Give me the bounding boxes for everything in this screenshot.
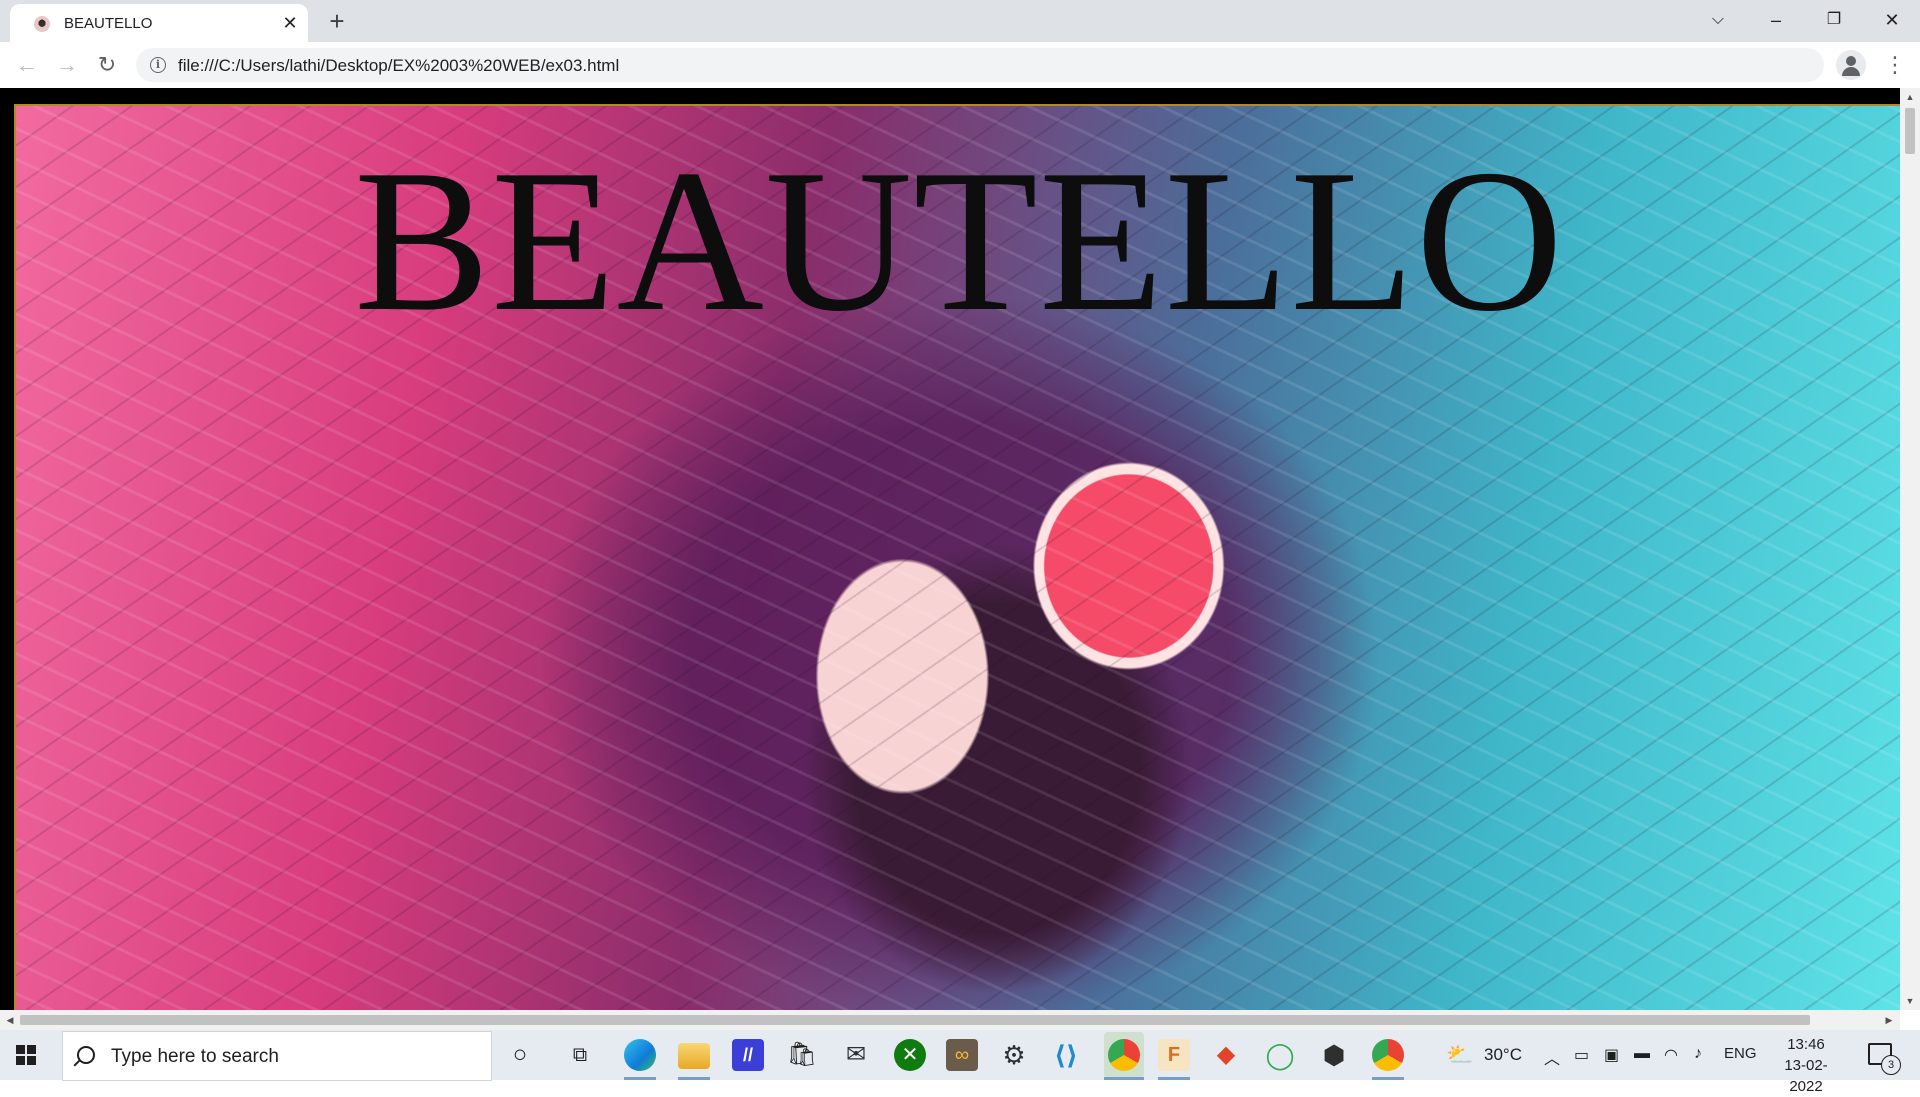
tab-title: BEAUTELLO [64, 15, 153, 32]
edge-icon[interactable] [624, 1039, 656, 1071]
taskbar-search-box[interactable]: Type here to search [62, 1031, 492, 1081]
app-f-icon[interactable]: F [1158, 1039, 1190, 1071]
page-viewport: BEAUTELLO [0, 88, 1900, 1010]
weather-temperature[interactable]: 30°C [1484, 1045, 1522, 1065]
browser-toolbar: ← → ↻ i file:///C:/Users/lathi/Desktop/E… [0, 42, 1920, 88]
horizontal-scroll-thumb[interactable] [20, 1015, 1810, 1025]
refresh-app-icon[interactable]: ◯ [1264, 1039, 1296, 1071]
xbox-icon[interactable]: ✕ [894, 1039, 926, 1071]
vscode-icon[interactable]: ⟨⟩ [1050, 1039, 1082, 1071]
scroll-up-arrow-icon[interactable]: ▲ [1905, 92, 1915, 102]
wifi-icon[interactable]: ◠ [1664, 1045, 1678, 1065]
weather-icon[interactable]: ⛅ [1444, 1039, 1476, 1071]
cortana-icon[interactable]: ○ [504, 1039, 536, 1071]
tab-search-chevron-icon[interactable]: ⌵ [1690, 0, 1746, 40]
chrome-icon-2[interactable] [1372, 1039, 1404, 1071]
notification-count: 3 [1881, 1055, 1901, 1075]
meet-now-icon[interactable]: ▣ [1604, 1045, 1619, 1065]
volume-icon[interactable]: ♪ [1694, 1045, 1702, 1063]
search-placeholder: Type here to search [111, 1046, 279, 1067]
info-icon[interactable]: i [150, 57, 166, 73]
scroll-down-arrow-icon[interactable]: ▼ [1905, 996, 1915, 1006]
profile-avatar-icon[interactable] [1836, 50, 1866, 80]
mail-icon[interactable]: ✉ [840, 1039, 872, 1071]
system-clock[interactable]: 13:46 13-02-2022 [1768, 1034, 1844, 1097]
reload-button[interactable]: ↻ [92, 50, 122, 80]
horizontal-scrollbar[interactable]: ◀ ▶ [0, 1010, 1900, 1030]
clock-time: 13:46 [1787, 1036, 1825, 1053]
store-icon[interactable]: 🛍 [786, 1039, 818, 1071]
clock-date: 13-02-2022 [1784, 1057, 1828, 1095]
unity-icon[interactable]: ⬢ [1318, 1039, 1350, 1071]
page-title: BEAUTELLO [353, 128, 1565, 354]
url-text[interactable]: file:///C:/Users/lathi/Desktop/EX%2003%2… [178, 56, 619, 76]
show-hidden-icons-icon[interactable]: ︿ [1544, 1045, 1560, 1069]
windows-taskbar: Type here to search ○ ⧉ // 🛍 ✉ ✕ ∞ ⚙ ⟨⟩ … [0, 1030, 1920, 1095]
git-icon[interactable]: ◆ [1210, 1039, 1242, 1071]
notification-center-icon[interactable]: 3 [1868, 1043, 1901, 1075]
forward-button[interactable]: → [52, 50, 82, 80]
scroll-right-arrow-icon[interactable]: ▶ [1884, 1015, 1894, 1025]
file-explorer-icon[interactable] [678, 1043, 710, 1069]
restore-button[interactable]: ❐ [1806, 0, 1862, 40]
tab-strip: BEAUTELLO ✕ + ⌵ – ❐ ✕ [0, 0, 1920, 42]
close-window-button[interactable]: ✕ [1864, 0, 1920, 40]
search-icon [77, 1046, 95, 1064]
back-button[interactable]: ← [12, 50, 42, 80]
address-bar[interactable]: i file:///C:/Users/lathi/Desktop/EX%2003… [136, 48, 1824, 82]
vertical-scrollbar[interactable]: ▲ ▼ [1900, 88, 1920, 1010]
scroll-left-arrow-icon[interactable]: ◀ [5, 1015, 15, 1025]
browser-menu-icon[interactable]: ⋮ [1884, 50, 1906, 80]
task-view-icon[interactable]: ⧉ [564, 1039, 596, 1071]
battery-icon[interactable]: ▬ [1634, 1045, 1650, 1063]
new-tab-button[interactable]: + [323, 7, 351, 35]
browser-tab[interactable]: BEAUTELLO ✕ [10, 4, 308, 42]
app-icon[interactable]: // [732, 1039, 764, 1071]
language-indicator[interactable]: ENG [1724, 1045, 1757, 1062]
hero-image: BEAUTELLO [14, 104, 1900, 1010]
chrome-icon[interactable] [1108, 1039, 1140, 1071]
infinity-app-icon[interactable]: ∞ [946, 1039, 978, 1071]
tab-close-icon[interactable]: ✕ [280, 13, 300, 33]
windows-start-icon[interactable] [16, 1045, 36, 1065]
favicon-icon [34, 16, 50, 32]
settings-icon[interactable]: ⚙ [998, 1039, 1030, 1071]
device-icon[interactable]: ▭ [1574, 1045, 1589, 1065]
minimize-button[interactable]: – [1748, 0, 1804, 40]
vertical-scroll-thumb[interactable] [1905, 108, 1915, 154]
